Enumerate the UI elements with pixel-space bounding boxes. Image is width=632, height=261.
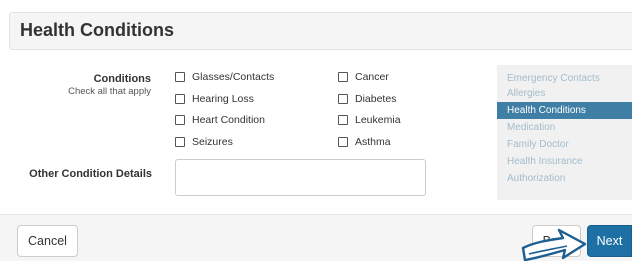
checkbox-label: Seizures xyxy=(192,136,233,148)
checkbox-label: Leukemia xyxy=(355,114,401,126)
checkbox-label: Cancer xyxy=(355,71,389,83)
conditions-hint: Check all that apply xyxy=(68,86,151,97)
side-nav: Emergency Contacts Allergies Health Cond… xyxy=(497,65,632,200)
checkbox-leukemia[interactable]: Leukemia xyxy=(338,113,401,127)
checkbox-label: Hearing Loss xyxy=(192,93,254,105)
side-nav-item-health-conditions[interactable]: Health Conditions xyxy=(497,102,632,119)
checkbox-heart-condition[interactable]: Heart Condition xyxy=(175,113,265,127)
side-nav-item-authorization[interactable]: Authorization xyxy=(497,170,632,187)
conditions-label: Conditions xyxy=(93,73,151,85)
checkbox-box[interactable] xyxy=(338,115,348,125)
checkbox-cancer[interactable]: Cancer xyxy=(338,70,389,84)
checkbox-hearing-loss[interactable]: Hearing Loss xyxy=(175,92,254,106)
checkbox-box[interactable] xyxy=(338,72,348,82)
checkbox-diabetes[interactable]: Diabetes xyxy=(338,92,396,106)
side-nav-item-allergies[interactable]: Allergies xyxy=(497,85,632,102)
checkbox-box[interactable] xyxy=(338,94,348,104)
side-nav-item-family-doctor[interactable]: Family Doctor xyxy=(497,136,632,153)
checkbox-box[interactable] xyxy=(175,94,185,104)
checkbox-seizures[interactable]: Seizures xyxy=(175,135,233,149)
checkbox-box[interactable] xyxy=(175,72,185,82)
checkbox-label: Heart Condition xyxy=(192,114,265,126)
checkbox-label: Glasses/Contacts xyxy=(192,71,275,83)
checkbox-asthma[interactable]: Asthma xyxy=(338,135,391,149)
checkbox-box[interactable] xyxy=(175,137,185,147)
checkbox-label: Diabetes xyxy=(355,93,397,105)
cancel-button[interactable]: Cancel xyxy=(17,225,78,257)
side-nav-item-health-insurance[interactable]: Health Insurance xyxy=(497,153,632,170)
panel-header: Health Conditions xyxy=(9,12,632,50)
checkbox-label: Asthma xyxy=(355,136,391,148)
checkbox-box[interactable] xyxy=(175,115,185,125)
hand-pointer-icon xyxy=(521,228,587,261)
checkbox-glasses-contacts[interactable]: Glasses/Contacts xyxy=(175,70,274,84)
page-title: Health Conditions xyxy=(20,20,174,40)
other-condition-label: Other Condition Details xyxy=(29,168,152,180)
checkbox-box[interactable] xyxy=(338,137,348,147)
side-nav-item-medication[interactable]: Medication xyxy=(497,119,632,136)
other-condition-details-field[interactable] xyxy=(175,159,426,196)
